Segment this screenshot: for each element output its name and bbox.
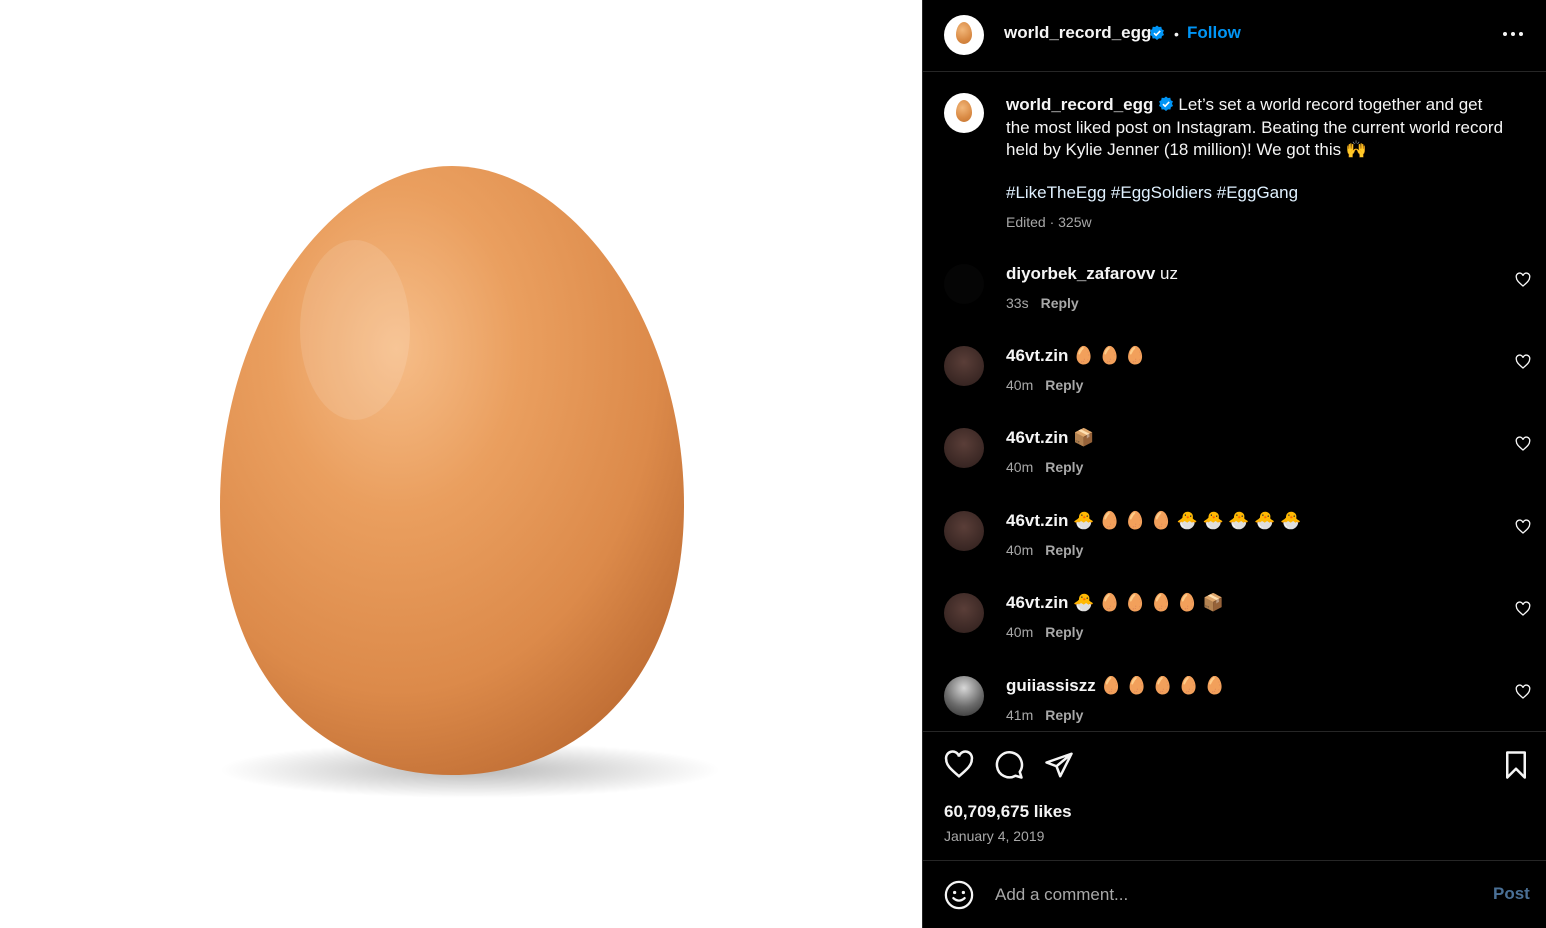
author-avatar[interactable] bbox=[944, 15, 984, 55]
likes-count[interactable]: 60,709,675 likes bbox=[944, 802, 1072, 822]
comment-text-line: 46vt.zin 🐣 🥚 🥚 🥚 🐣 🐣 🐣 🐣 🐣 bbox=[1006, 511, 1301, 531]
post-comment-button[interactable]: Post bbox=[1493, 884, 1530, 904]
commenter-avatar[interactable] bbox=[944, 676, 984, 716]
comment-username[interactable]: 46vt.zin bbox=[1006, 511, 1068, 530]
reply-button[interactable]: Reply bbox=[1045, 459, 1083, 475]
commenter-avatar[interactable] bbox=[944, 346, 984, 386]
post-image[interactable] bbox=[0, 0, 922, 928]
comment-username[interactable]: 46vt.zin bbox=[1006, 593, 1068, 612]
comment-time: 40m bbox=[1006, 377, 1034, 393]
follow-button[interactable]: Follow bbox=[1187, 23, 1241, 43]
comment-item: guiiassiszz 🥚 🥚 🥚 🥚 🥚 41m Reply bbox=[923, 676, 1546, 730]
share-icon[interactable] bbox=[1044, 750, 1074, 780]
header-separator: • bbox=[1174, 26, 1179, 42]
post-date: January 4, 2019 bbox=[944, 828, 1045, 844]
post-caption: world_record_egg Let’s set a world recor… bbox=[1006, 94, 1506, 162]
comment-text-line: diyorbek_zafarovv uz bbox=[1006, 264, 1178, 284]
comment-time: 40m bbox=[1006, 459, 1034, 475]
comment-like-heart-icon[interactable] bbox=[1515, 354, 1531, 370]
comment-like-heart-icon[interactable] bbox=[1515, 601, 1531, 617]
comment-body: 🐣 🥚 🥚 🥚 🐣 🐣 🐣 🐣 🐣 bbox=[1073, 511, 1302, 530]
comment-like-heart-icon[interactable] bbox=[1515, 436, 1531, 452]
comment-body: 🥚 🥚 🥚 bbox=[1073, 346, 1147, 365]
comment-like-heart-icon[interactable] bbox=[1515, 684, 1531, 700]
comment-item: 46vt.zin 📦 40m Reply bbox=[923, 428, 1546, 488]
comment-time: 40m bbox=[1006, 542, 1034, 558]
comment-username[interactable]: 46vt.zin bbox=[1006, 346, 1068, 365]
comment-username[interactable]: guiiassiszz bbox=[1006, 676, 1096, 695]
commenter-avatar[interactable] bbox=[944, 428, 984, 468]
comment-meta: 40m Reply bbox=[1006, 377, 1083, 393]
comment-like-heart-icon[interactable] bbox=[1515, 272, 1531, 288]
reply-button[interactable]: Reply bbox=[1045, 624, 1083, 640]
comment-item: diyorbek_zafarovv uz 33s Reply bbox=[923, 264, 1546, 324]
commenter-avatar[interactable] bbox=[944, 264, 984, 304]
post-panel: world_record_egg • Follow world_record_e… bbox=[922, 0, 1546, 928]
post-header: world_record_egg • Follow bbox=[923, 0, 1546, 72]
reply-button[interactable]: Reply bbox=[1045, 707, 1083, 723]
comment-text-line: guiiassiszz 🥚 🥚 🥚 🥚 🥚 bbox=[1006, 676, 1225, 696]
more-options-icon[interactable] bbox=[1501, 22, 1525, 46]
comment-like-heart-icon[interactable] bbox=[1515, 519, 1531, 535]
comment-body: 🐣 🥚 🥚 🥚 🥚 📦 bbox=[1073, 593, 1224, 612]
comment-item: 46vt.zin 🐣 🥚 🥚 🥚 🐣 🐣 🐣 🐣 🐣 40m Reply bbox=[923, 511, 1546, 571]
comment-username[interactable]: diyorbek_zafarovv bbox=[1006, 264, 1155, 283]
bookmark-icon[interactable] bbox=[1501, 750, 1531, 780]
caption-edited-time: Edited · 325w bbox=[1006, 214, 1092, 230]
reply-button[interactable]: Reply bbox=[1045, 542, 1083, 558]
emoji-icon[interactable] bbox=[944, 880, 974, 910]
comment-time: 33s bbox=[1006, 295, 1029, 311]
comment-body: uz bbox=[1160, 264, 1178, 283]
comment-meta: 41m Reply bbox=[1006, 707, 1083, 723]
verified-badge-icon bbox=[1150, 25, 1164, 40]
comment-body: 📦 bbox=[1073, 428, 1095, 447]
comment-meta: 40m Reply bbox=[1006, 542, 1083, 558]
comment-text-line: 46vt.zin 🥚 🥚 🥚 bbox=[1006, 346, 1146, 366]
comment-meta: 40m Reply bbox=[1006, 624, 1083, 640]
comment-input[interactable] bbox=[993, 879, 1457, 911]
commenter-avatar[interactable] bbox=[944, 593, 984, 633]
commenter-avatar[interactable] bbox=[944, 511, 984, 551]
caption-avatar[interactable] bbox=[944, 93, 984, 133]
comment-time: 41m bbox=[1006, 707, 1034, 723]
comment-item: 46vt.zin 🐣 🥚 🥚 🥚 🥚 📦 40m Reply bbox=[923, 593, 1546, 653]
comment-time: 40m bbox=[1006, 624, 1034, 640]
comment-text-line: 46vt.zin 🐣 🥚 🥚 🥚 🥚 📦 bbox=[1006, 593, 1224, 613]
comment-meta: 33s Reply bbox=[1006, 295, 1079, 311]
comment-text-line: 46vt.zin 📦 bbox=[1006, 428, 1094, 448]
comment-item: 46vt.zin 🥚 🥚 🥚 40m Reply bbox=[923, 346, 1546, 406]
author-username[interactable]: world_record_egg bbox=[1004, 23, 1151, 43]
reply-button[interactable]: Reply bbox=[1041, 295, 1079, 311]
comment-composer: Post bbox=[923, 861, 1546, 928]
egg-photo bbox=[220, 166, 720, 798]
comment-meta: 40m Reply bbox=[1006, 459, 1083, 475]
comment-icon[interactable] bbox=[994, 750, 1024, 780]
caption-hashtags[interactable]: #LikeTheEgg #EggSoldiers #EggGang bbox=[1006, 183, 1298, 203]
reply-button[interactable]: Reply bbox=[1045, 377, 1083, 393]
comment-body: 🥚 🥚 🥚 🥚 🥚 bbox=[1100, 676, 1226, 695]
post-actions: 60,709,675 likes January 4, 2019 bbox=[923, 731, 1546, 861]
comment-username[interactable]: 46vt.zin bbox=[1006, 428, 1068, 447]
verified-badge-icon bbox=[1159, 96, 1174, 111]
caption-username[interactable]: world_record_egg bbox=[1006, 95, 1153, 114]
heart-icon[interactable] bbox=[944, 750, 974, 780]
